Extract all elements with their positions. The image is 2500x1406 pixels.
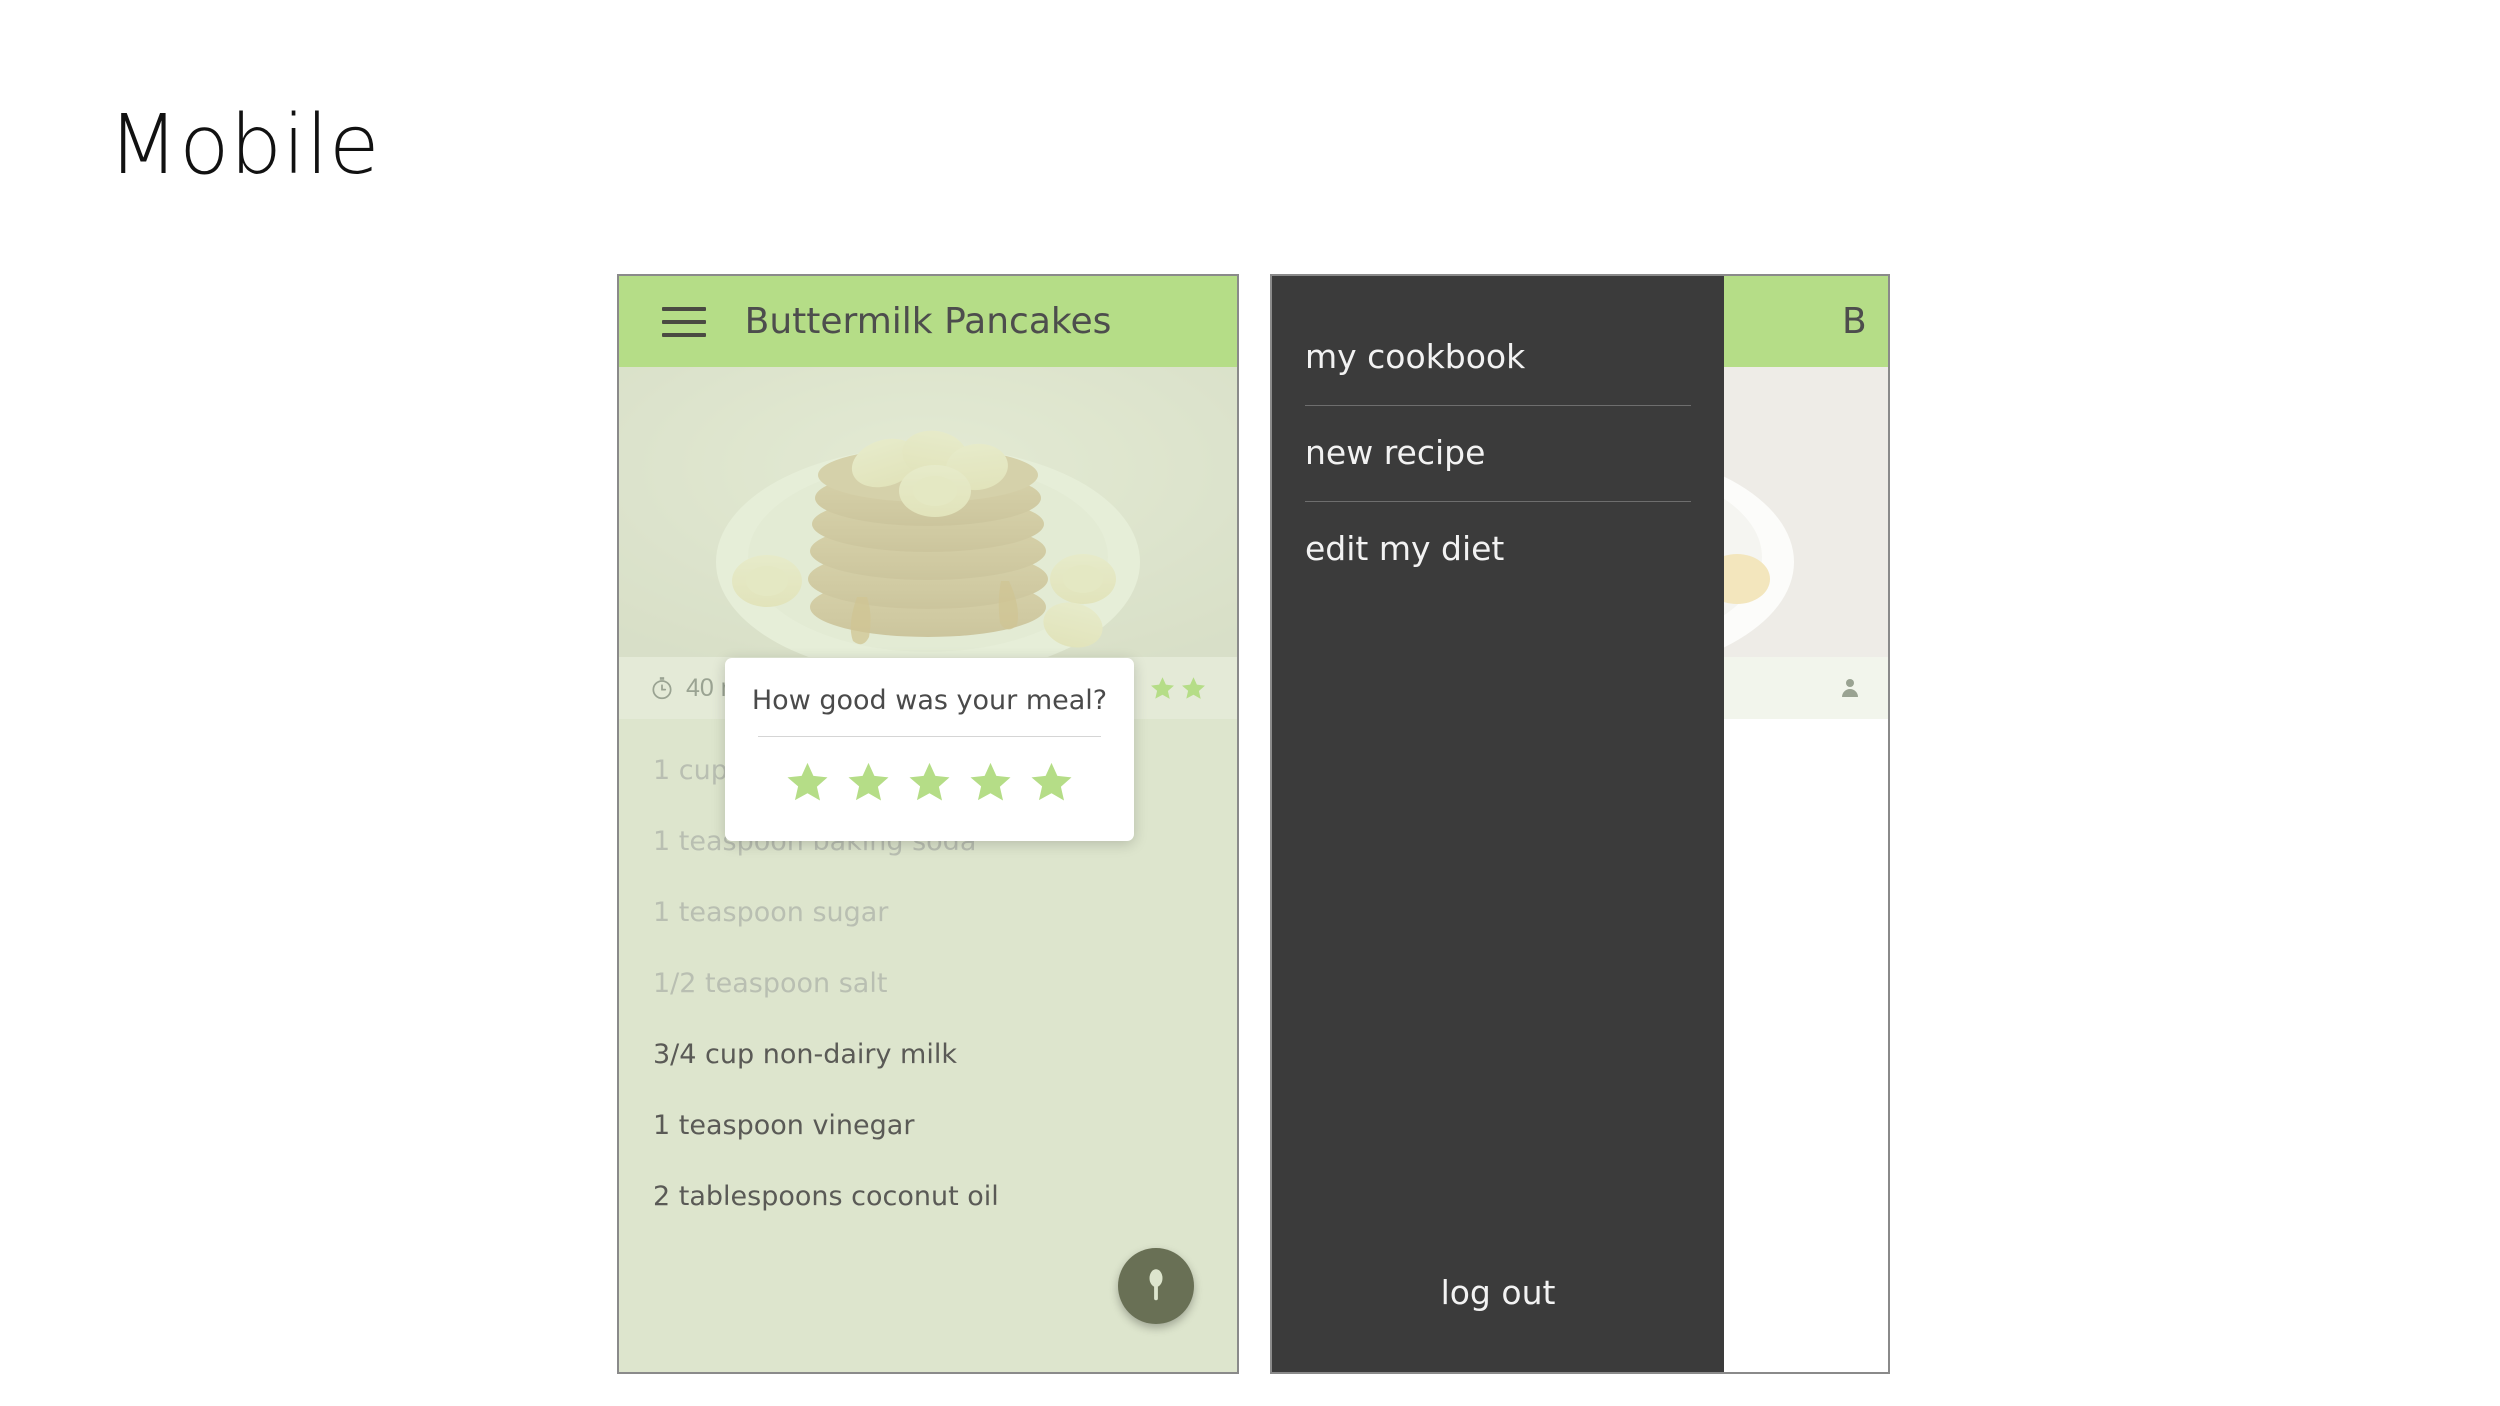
drawer-item-new-recipe[interactable]: new recipe	[1272, 436, 1724, 469]
list-item: 1 teaspoon vinegar	[653, 1110, 915, 1141]
list-item: 1/2 teaspoon salt	[653, 968, 888, 999]
hero-scrim	[619, 367, 1237, 657]
star-icon[interactable]	[967, 759, 1014, 806]
rating-star-group	[725, 759, 1134, 806]
app-bar-title: Buttermilk Pancakes	[744, 301, 1112, 342]
list-item: 2 tablespoons coconut oil	[653, 1181, 999, 1212]
servings	[1838, 676, 1862, 700]
star-icon[interactable]	[784, 759, 831, 806]
person-icon	[1842, 679, 1858, 697]
app-bar: Buttermilk Pancakes	[619, 276, 1237, 367]
navigation-drawer: my cookbook new recipe edit my diet log …	[1272, 276, 1724, 1372]
divider	[1305, 501, 1691, 502]
stopwatch-icon	[652, 677, 672, 700]
page-title: Mobile	[108, 98, 380, 193]
star-icon[interactable]	[845, 759, 892, 806]
divider	[758, 736, 1101, 737]
drawer-menu: my cookbook new recipe edit my diet	[1272, 276, 1724, 565]
star-icon[interactable]	[906, 759, 953, 806]
phone-mockup-drawer-open: B my cookbook new recipe edit my diet lo…	[1270, 274, 1890, 1374]
drawer-spacer	[1272, 565, 1724, 1273]
divider	[1305, 405, 1691, 406]
hamburger-menu-icon[interactable]	[662, 306, 706, 337]
drawer-item-my-cookbook[interactable]: my cookbook	[1272, 340, 1724, 373]
star-icon[interactable]	[1149, 675, 1176, 702]
add-recipe-fab[interactable]	[1118, 1248, 1194, 1324]
app-bar-title: B	[1842, 301, 1867, 342]
list-item: 3/4 cup non-dairy milk	[653, 1039, 957, 1070]
rating-dialog-title: How good was your meal?	[751, 685, 1108, 716]
rating-stars	[1149, 675, 1207, 702]
recipe-hero-image	[619, 367, 1237, 657]
phone-mockup-recipe-detail: Buttermilk Pancakes 40 1 cups 1 teaspoon…	[617, 274, 1239, 1374]
star-icon[interactable]	[1180, 675, 1207, 702]
drawer-item-edit-my-diet[interactable]: edit my diet	[1272, 532, 1724, 565]
spoon-icon	[1149, 1269, 1163, 1301]
rating-dialog: How good was your meal?	[725, 658, 1134, 841]
star-icon[interactable]	[1028, 759, 1075, 806]
logout-button[interactable]: log out	[1272, 1273, 1724, 1372]
list-item: 1 teaspoon sugar	[653, 897, 889, 928]
